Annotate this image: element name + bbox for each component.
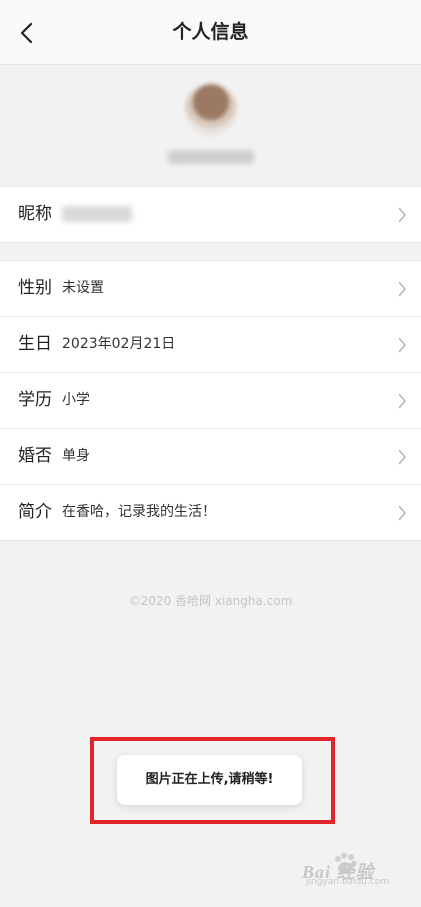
row-gender[interactable]: 性别 未设置 [0,261,421,316]
row-value: 单身 [62,448,90,464]
row-label: 昵称 [18,204,52,224]
row-label: 生日 [18,334,52,354]
row-marital-status[interactable]: 婚否 单身 [0,428,421,484]
row-label: 婚否 [18,446,52,466]
row-education[interactable]: 学历 小学 [0,372,421,428]
chevron-right-icon [398,449,407,465]
avatar-caption-blurred [168,150,254,164]
watermark-url: jingyan.baidu.com [306,877,390,887]
row-label: 学历 [18,390,52,410]
avatar[interactable] [185,84,237,136]
header-bar: 个人信息 [0,0,421,65]
row-nickname[interactable]: 昵称 [0,187,421,242]
baidu-watermark: Bai 经验 jingyan.baidu.com [302,850,402,890]
details-group: 性别 未设置 生日 2023年02月21日 学历 小学 婚否 单身 简介 在香哈… [0,260,421,541]
row-value: 未设置 [62,280,104,296]
chevron-right-icon [398,281,407,297]
row-value: 2023年02月21日 [62,336,176,352]
chevron-right-icon [398,505,407,521]
nickname-blurred [62,206,132,222]
upload-toast: 图片正在上传,请稍等! [117,755,302,805]
row-birthday[interactable]: 生日 2023年02月21日 [0,316,421,372]
chevron-right-icon [398,337,407,353]
row-label: 性别 [18,278,52,298]
chevron-right-icon [398,207,407,223]
row-value: 小学 [62,392,90,408]
row-bio[interactable]: 简介 在香哈，记录我的生活！ [0,484,421,540]
row-label: 简介 [18,502,52,522]
chevron-right-icon [398,393,407,409]
row-value: 在香哈，记录我的生活！ [62,504,216,520]
copyright-text: ©2020 香哈网 xiangha.com [128,594,293,608]
nickname-group: 昵称 [0,186,421,243]
page-title: 个人信息 [172,21,249,43]
